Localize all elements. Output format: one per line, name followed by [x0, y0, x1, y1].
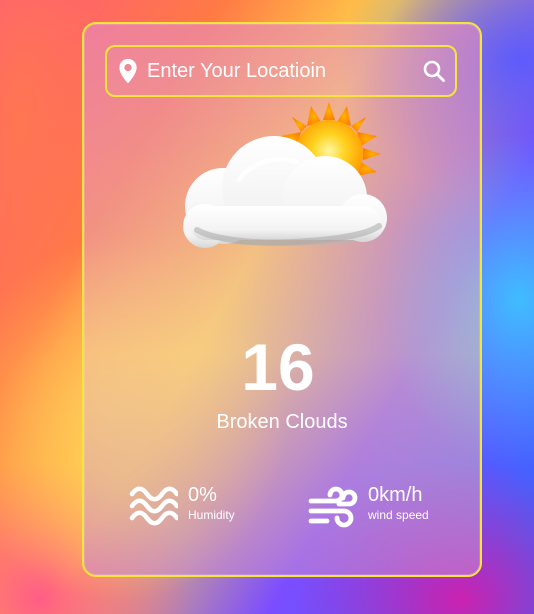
waves-icon	[129, 486, 178, 526]
search-input[interactable]	[139, 47, 420, 95]
search-button[interactable]	[420, 57, 448, 85]
weather-description: Broken Clouds	[216, 411, 348, 433]
search-icon	[423, 60, 445, 82]
location-pin-icon	[119, 58, 137, 83]
humidity-label: Humidity	[188, 508, 235, 522]
temperature-value: 16	[241, 330, 315, 404]
search-box[interactable]	[105, 45, 457, 97]
wind-icon	[308, 486, 358, 528]
wind-label: wind speed	[368, 508, 429, 522]
temperature: 16 °C	[84, 334, 480, 400]
sun-behind-cloud-icon	[183, 102, 387, 248]
wind-value: 0km/h	[368, 484, 423, 506]
weather-details: 0% Humidity 0km/h wind speed	[128, 484, 448, 534]
humidity-detail: 0% Humidity	[128, 484, 235, 534]
weather-card: 16 °C Broken Clouds 0% Humidity	[82, 22, 482, 577]
humidity-value: 0%	[188, 484, 217, 506]
wind-detail: 0km/h wind speed	[308, 484, 429, 534]
